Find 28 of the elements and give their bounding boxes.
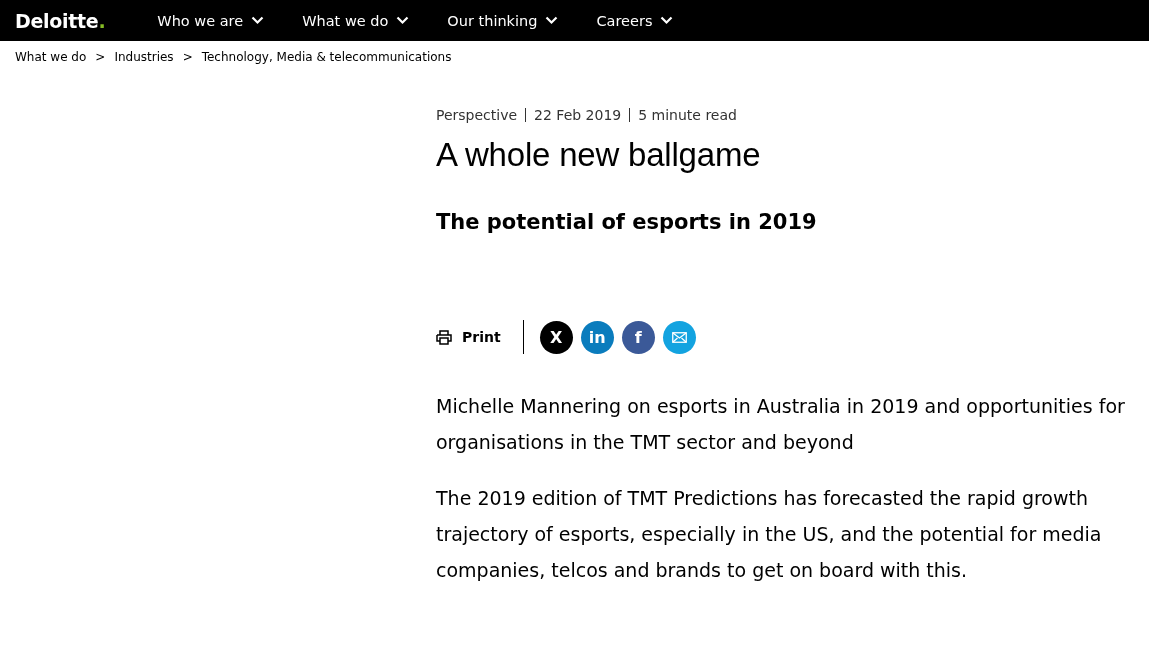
linkedin-share-button[interactable]: in — [580, 320, 614, 354]
chevron-icon — [660, 16, 674, 25]
chevron-icon — [396, 16, 410, 25]
article-meta: 5 minute read — [638, 107, 737, 123]
envelope-icon — [671, 331, 687, 343]
printer-icon — [436, 329, 452, 345]
article-paragraph: The 2019 edition of TMT Predictions has forecasted the rapid growth trajectory of esports, especially in the US, and the potential for media companies, telcos and brands to get on board with this. — [436, 486, 1103, 583]
nav-menu[interactable]: What we do — [302, 12, 410, 29]
chevron-icon — [251, 16, 265, 25]
article-subtitle: The potential of esports in 2019 — [436, 210, 818, 234]
email-share-button[interactable] — [662, 320, 696, 354]
nav-menu[interactable]: Who we are — [157, 12, 265, 29]
facebook-share-button[interactable]: f — [621, 320, 655, 354]
article-meta: 22 Feb 2019 — [534, 107, 622, 123]
article-paragraph: Michelle Mannering on esports in Australia in 2019 and opportunities for organisations in the TMT sector and beyond — [436, 394, 1126, 455]
breadcrumb-link[interactable]: Industries — [114, 50, 174, 64]
x-share-button[interactable]: X — [539, 320, 573, 354]
print-button[interactable]: Print — [436, 329, 501, 345]
breadcrumb-separator: > — [95, 50, 106, 64]
nav-menu[interactable]: Our thinking — [447, 12, 559, 29]
logo[interactable]: Deloitte. — [15, 9, 106, 32]
nav-menu[interactable]: Careers — [596, 12, 674, 29]
chevron-icon — [545, 16, 559, 25]
article-title: A whole new ballgame — [436, 136, 762, 174]
breadcrumb-separator: > — [182, 50, 193, 64]
breadcrumb-link[interactable]: Technology, Media & telecommunications — [201, 50, 452, 64]
breadcrumb-link[interactable]: What we do — [15, 50, 87, 64]
article-meta: Perspective — [436, 107, 518, 123]
